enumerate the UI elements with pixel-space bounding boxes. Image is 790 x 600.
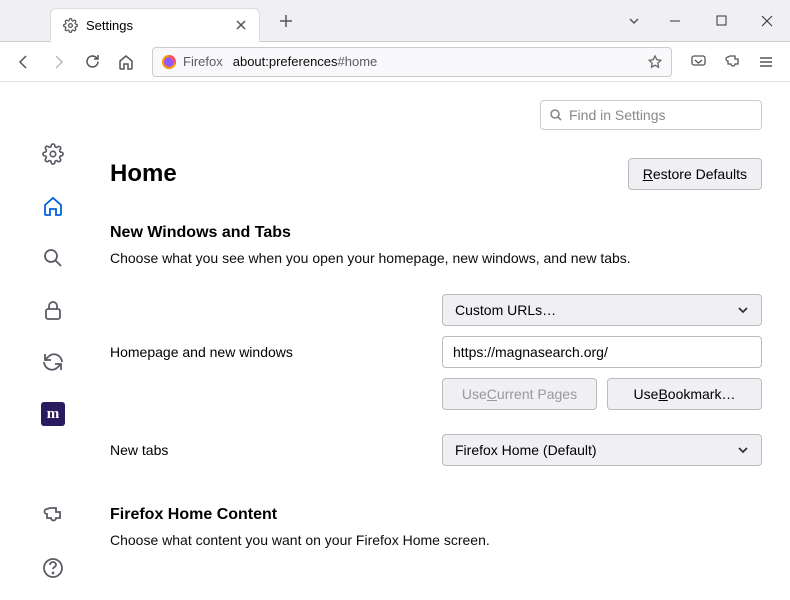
forward-button[interactable] (42, 46, 74, 78)
use-current-pages-button[interactable]: Use Current Pages (442, 378, 597, 410)
chevron-down-icon (737, 444, 749, 456)
back-button[interactable] (8, 46, 40, 78)
page-title: Home (110, 160, 177, 188)
newtab-mode-select[interactable]: Firefox Home (Default) (442, 434, 762, 466)
sidebar-sync-icon[interactable] (41, 350, 65, 374)
homepage-row-label: Homepage and new windows (110, 344, 442, 360)
home-button[interactable] (110, 46, 142, 78)
bookmark-star-icon[interactable] (647, 54, 663, 70)
sidebar-home-icon[interactable] (41, 194, 65, 218)
newtabs-row-label: New tabs (110, 442, 442, 458)
firefox-logo-icon (161, 54, 177, 70)
sidebar-general-icon[interactable] (41, 142, 65, 166)
window-maximize-button[interactable] (698, 0, 744, 42)
tab-close-button[interactable] (233, 17, 249, 33)
sidebar-extension-badge[interactable]: m (41, 402, 65, 426)
find-placeholder: Find in Settings (569, 107, 666, 123)
use-bookmark-button[interactable]: Use Bookmark… (607, 378, 762, 410)
window-titlebar: Settings (0, 0, 790, 42)
sidebar-help-icon[interactable] (41, 556, 65, 580)
identity-label: Firefox (183, 54, 223, 69)
url-text-prefix: about:preferences (233, 54, 338, 69)
sidebar-privacy-icon[interactable] (41, 298, 65, 322)
gear-icon (63, 18, 78, 33)
homepage-mode-select[interactable]: Custom URLs… (442, 294, 762, 326)
section-heading-home-content: Firefox Home Content (110, 506, 762, 524)
new-tab-button[interactable] (272, 7, 300, 35)
section-desc-new-windows: Choose what you see when you open your h… (110, 250, 762, 266)
reload-button[interactable] (76, 46, 108, 78)
settings-sidebar: m (0, 82, 106, 600)
address-bar[interactable]: Firefox about:preferences#home (152, 47, 672, 77)
sidebar-addons-icon[interactable] (41, 504, 65, 528)
find-in-settings-input[interactable]: Find in Settings (540, 100, 762, 130)
app-menu-button[interactable] (750, 46, 782, 78)
sidebar-search-icon[interactable] (41, 246, 65, 270)
chevron-down-icon (737, 304, 749, 316)
browser-tab[interactable]: Settings (50, 8, 260, 42)
settings-main-panel: Find in Settings Home Restore Defaults N… (106, 82, 790, 600)
pocket-button[interactable] (682, 46, 714, 78)
tab-title: Settings (86, 18, 233, 33)
tabs-dropdown-button[interactable] (616, 14, 652, 28)
restore-defaults-button[interactable]: Restore Defaults (628, 158, 762, 190)
section-heading-new-windows: New Windows and Tabs (110, 224, 762, 242)
section-desc-home-content: Choose what content you want on your Fir… (110, 532, 762, 548)
homepage-url-input[interactable] (442, 336, 762, 368)
window-close-button[interactable] (744, 0, 790, 42)
window-minimize-button[interactable] (652, 0, 698, 42)
extensions-button[interactable] (716, 46, 748, 78)
url-text-hash: #home (338, 54, 378, 69)
browser-toolbar: Firefox about:preferences#home (0, 42, 790, 82)
